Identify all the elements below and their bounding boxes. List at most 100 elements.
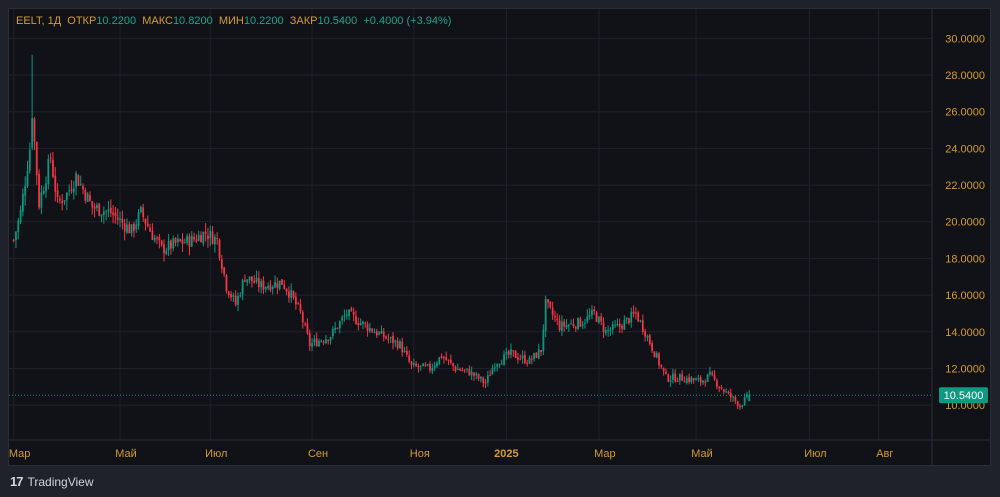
candle-body [526, 362, 529, 364]
candle-body [137, 212, 140, 226]
candle-body [331, 328, 334, 337]
candle-body [556, 318, 559, 321]
candle-body [181, 239, 184, 244]
candle-body [690, 377, 693, 383]
candle-body [257, 277, 260, 288]
candle-body [410, 361, 413, 365]
candle-body [715, 380, 718, 387]
candle-body [329, 337, 332, 341]
candle-body [170, 240, 172, 249]
candle-body [533, 352, 536, 359]
candle-body [248, 276, 251, 280]
time-tick-label: Май [691, 448, 713, 460]
candle-body [283, 284, 286, 289]
brand-name: TradingView [27, 474, 94, 489]
candle-body [130, 224, 133, 234]
candle-body [681, 374, 684, 381]
candle-body [70, 189, 73, 192]
candle-body [505, 351, 508, 355]
candle-body [600, 316, 603, 322]
candle-body [288, 291, 290, 298]
time-tick-label: Сен [308, 448, 328, 460]
candle-body [602, 322, 605, 332]
candle-body [567, 324, 570, 327]
candle-body [630, 311, 633, 323]
candle-body [304, 323, 307, 325]
candle-body [290, 289, 293, 299]
candle-body [461, 370, 464, 372]
candle-body [188, 236, 191, 247]
candle-body [426, 364, 429, 366]
candle-body [28, 149, 31, 171]
candle-body [748, 395, 751, 402]
candle-body [301, 312, 304, 323]
tradingview-logo[interactable]: 17 TradingView [10, 474, 94, 489]
candle-body [618, 323, 621, 327]
price-tick-label: 14.0000 [945, 327, 985, 339]
candle-body [718, 387, 721, 389]
candle-body [325, 339, 327, 344]
candle-body [250, 276, 253, 282]
candle-body [116, 217, 119, 220]
candle-body [91, 201, 94, 208]
candle-body [274, 281, 276, 288]
candle-body [313, 339, 316, 343]
candle-body [584, 322, 586, 324]
candle-body [45, 183, 47, 192]
candle-body [692, 378, 695, 381]
candle-body [609, 330, 612, 332]
candle-body [220, 258, 223, 269]
candle-body [706, 374, 709, 382]
candle-body [560, 321, 563, 331]
candle-body [281, 279, 283, 285]
candle-body [480, 376, 482, 379]
candle-body [385, 336, 387, 339]
price-chart[interactable]: 30.0000 28.0000 26.0000 24.0000 22.0000 20.00… [0, 0, 1000, 497]
candle-body [697, 378, 700, 380]
candle-body [530, 358, 533, 360]
candle-body [355, 315, 357, 324]
candle-body [278, 280, 281, 290]
candle-body [729, 392, 732, 398]
candle-body [348, 309, 350, 316]
candle-body [128, 224, 131, 234]
candle-body [156, 237, 158, 239]
candle-body [396, 340, 399, 349]
candle-body [142, 207, 145, 218]
candle-body [544, 299, 547, 331]
symbol-label[interactable]: EELT, 1Д [16, 15, 61, 27]
candle-body [100, 214, 103, 217]
candle-body [523, 354, 526, 364]
candle-body [709, 371, 711, 375]
candle-body [362, 321, 364, 324]
candle-body [702, 380, 704, 383]
candle-body [225, 275, 228, 292]
last-price-label: 10.5400 [944, 390, 984, 402]
candle-body [660, 364, 663, 367]
candle-body [412, 363, 415, 366]
candle-body [440, 356, 443, 358]
candle-body [102, 211, 105, 216]
candle-body [262, 280, 265, 290]
candle-body [17, 220, 20, 233]
candle-body [190, 235, 193, 247]
candle-body [380, 330, 383, 334]
candle-body [207, 235, 209, 239]
candle-body [711, 372, 714, 375]
candle-body [350, 308, 353, 312]
candle-body [614, 325, 616, 327]
candle-body [271, 287, 274, 289]
candle-body [35, 142, 38, 176]
candle-body [375, 331, 378, 336]
candle-body [734, 396, 737, 402]
time-tick-label: Мар [9, 448, 31, 460]
candle-body [658, 353, 660, 366]
candle-body [447, 359, 450, 361]
candle-body [202, 232, 205, 244]
candle-body [123, 223, 126, 232]
candle-body [315, 338, 318, 347]
candle-body [359, 322, 362, 326]
candle-body [595, 312, 598, 322]
candle-body [82, 185, 84, 190]
high-label: МАКС [142, 15, 173, 27]
